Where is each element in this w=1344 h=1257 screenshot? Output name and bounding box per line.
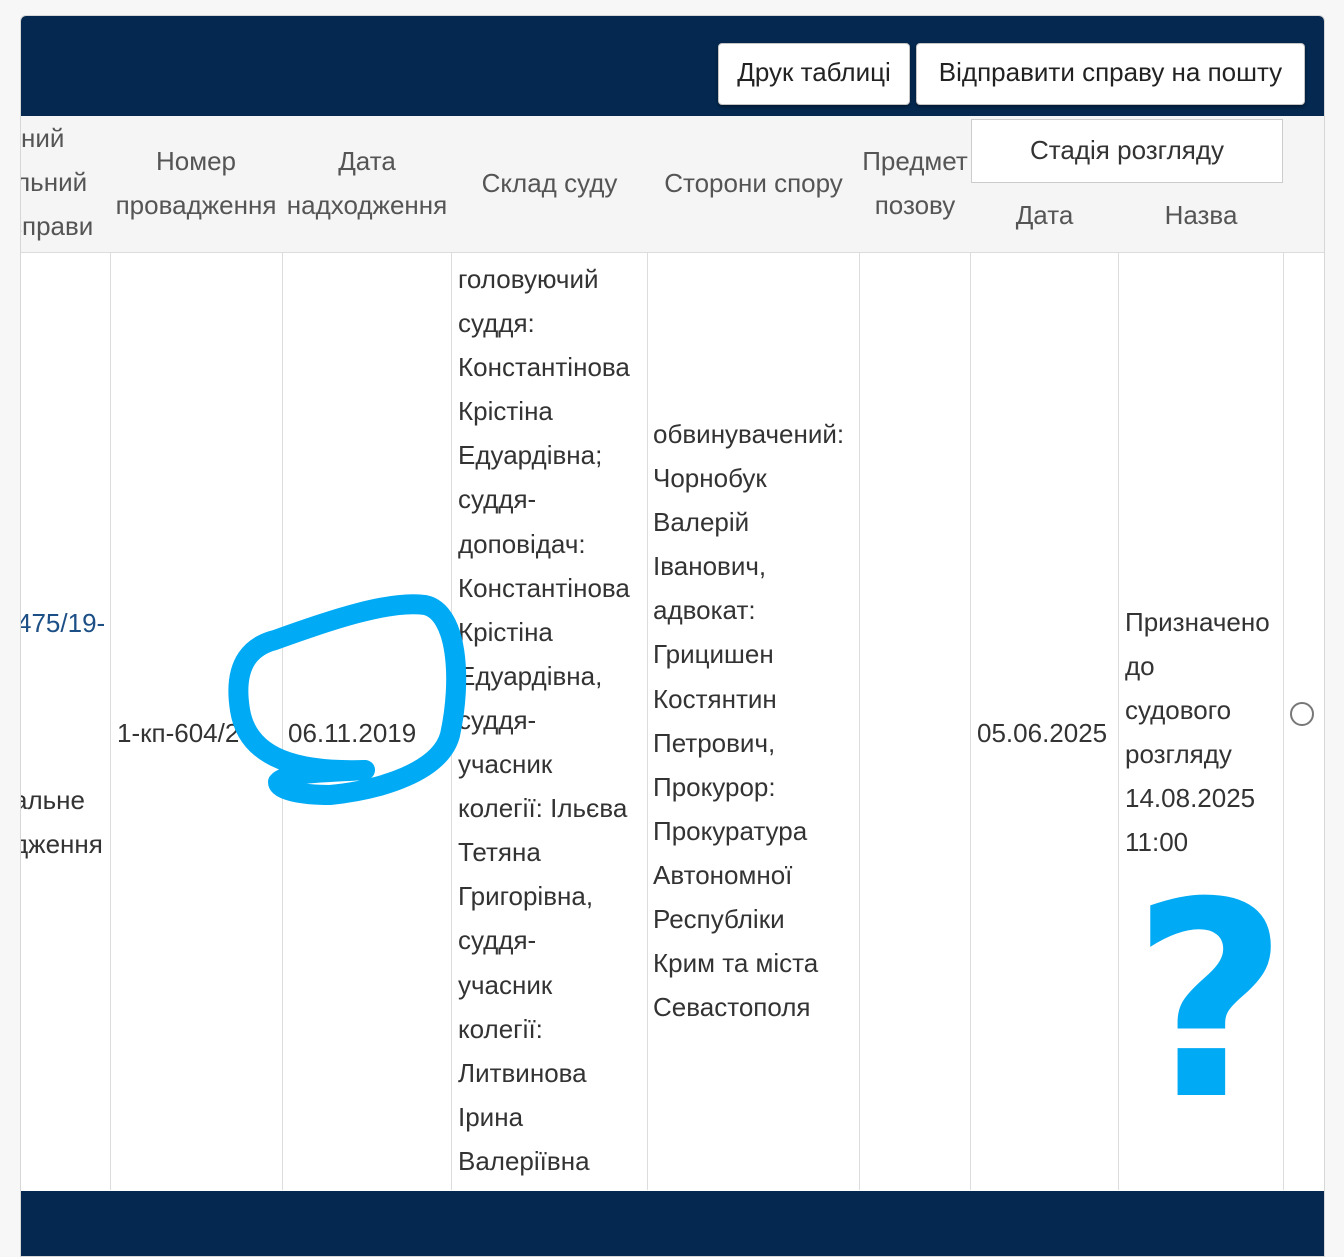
cell-line: Литвинова (458, 1057, 587, 1088)
cell-line: розгляду (1125, 739, 1232, 770)
column-divider (970, 253, 971, 1190)
column-divider (451, 253, 452, 1190)
cell-line: колегії: (458, 1013, 543, 1044)
cell-line: учасник (458, 969, 553, 1000)
header-court-composition: Склад суду (481, 168, 618, 198)
print-table-button[interactable]: Друк таблиці (718, 43, 910, 105)
cell-line: Чорнобук (653, 463, 767, 494)
header-line: надходження (286, 190, 448, 220)
header-stage-name: Назва (1164, 200, 1238, 230)
cell-line: Константінова (458, 572, 630, 603)
header-receipt-date: Дата надходження (283, 139, 451, 227)
table-header: ний льний справи Номер провадження Дата … (21, 116, 1324, 253)
cell-line: головуючий (458, 264, 599, 294)
header-line: Номер (155, 146, 237, 176)
cell-line: Автономної (653, 859, 793, 890)
cell-line: доповідач: (458, 528, 586, 559)
cell-line: Константінова (458, 352, 630, 383)
cell-line: Крим та міста (653, 948, 819, 979)
header-line: провадження (115, 190, 277, 220)
cell-line: Іванович, (653, 551, 767, 582)
send-case-email-button[interactable]: Відправити справу на пошту (916, 43, 1305, 105)
header-line: ний (21, 123, 65, 153)
cell-line: суддя- (458, 925, 537, 956)
column-divider (1118, 253, 1119, 1190)
header-parties: Сторони спору (664, 168, 843, 198)
cell-line: Республіки (653, 904, 785, 935)
cell-line: Едуардівна, (458, 660, 603, 691)
cell-line: Прокуратура (653, 815, 808, 846)
cell-line: Валеріївна (458, 1145, 590, 1176)
table-row: 475/19- альне дження 1-кп-604/25 06.11.2… (21, 253, 1324, 1190)
cell-line: Севастополя (653, 992, 811, 1023)
receipt-date: 06.11.2019 (288, 718, 417, 748)
header-line: позову (874, 190, 956, 220)
cell-line: колегії: Ільєва (458, 793, 628, 824)
column-divider (647, 253, 648, 1190)
parties: обвинувачений: Чорнобук Валерій Іванович, ад… (653, 412, 844, 1029)
header-line: льний (20, 167, 88, 197)
cell-line: Костянтин (653, 683, 777, 714)
header-line: Предмет (862, 146, 968, 176)
header-case-number: ний льний справи (20, 116, 94, 248)
stage-name: Призначено до судового розгляду 14.08.2025 11… (1125, 600, 1270, 865)
cell-line: учасник (458, 749, 553, 780)
cell-line: Прокурор: (653, 771, 776, 802)
cell-line: адвокат: (653, 595, 756, 626)
case-table-panel: Друк таблиці Відправити справу на пошту … (20, 15, 1325, 1257)
column-divider (859, 253, 860, 1190)
table-footer-bar (21, 1191, 1324, 1256)
cell-line: Ірина (458, 1101, 524, 1132)
court-composition: головуючий суддя: Константінова Крістіна Еду… (458, 257, 630, 1183)
cell-line: Грицишен (653, 639, 774, 670)
cell-line: 14.08.2025 (1125, 783, 1256, 814)
cell-line: Петрович, (653, 727, 776, 758)
cell-line: Тетяна (458, 837, 541, 868)
header-line: Дата (338, 146, 396, 176)
case-category: альне дження (20, 778, 103, 866)
header-stage-date: Дата (1015, 200, 1074, 230)
cell-line: судового (1125, 695, 1232, 726)
proceeding-number: 1-кп-604/25 (117, 718, 254, 748)
header-subject: Предмет позову (860, 139, 970, 227)
cell-line: Валерій (653, 507, 750, 538)
column-divider (282, 253, 283, 1190)
stage-date: 05.06.2025 (977, 718, 1108, 748)
cell-line: 11:00 (1125, 827, 1189, 858)
cell-line: суддя: (458, 308, 535, 339)
row-select-radio[interactable] (1290, 702, 1314, 726)
cell-line: Крістіна (458, 616, 553, 647)
header-line: справи (21, 211, 94, 241)
case-number-link[interactable]: 475/19- (21, 601, 105, 645)
cell-line: Призначено (1125, 607, 1270, 637)
column-divider (110, 253, 111, 1190)
cell-line: обвинувачений: (653, 419, 845, 449)
cell-line: суддя- (458, 704, 537, 735)
column-divider (1283, 253, 1284, 1190)
cell-line: Едуардівна; (458, 440, 603, 471)
cell-line: дження (20, 829, 103, 860)
table-toolbar: Друк таблиці Відправити справу на пошту (21, 16, 1324, 116)
cell-line: Григорівна, (458, 881, 594, 912)
cell-line: альне (20, 785, 85, 815)
cell-line: Крістіна (458, 396, 553, 427)
header-stage: Стадія розгляду (971, 119, 1283, 183)
header-proceeding-number: Номер провадження (110, 139, 282, 227)
cell-line: до (1125, 651, 1155, 682)
cell-line: суддя- (458, 484, 537, 515)
